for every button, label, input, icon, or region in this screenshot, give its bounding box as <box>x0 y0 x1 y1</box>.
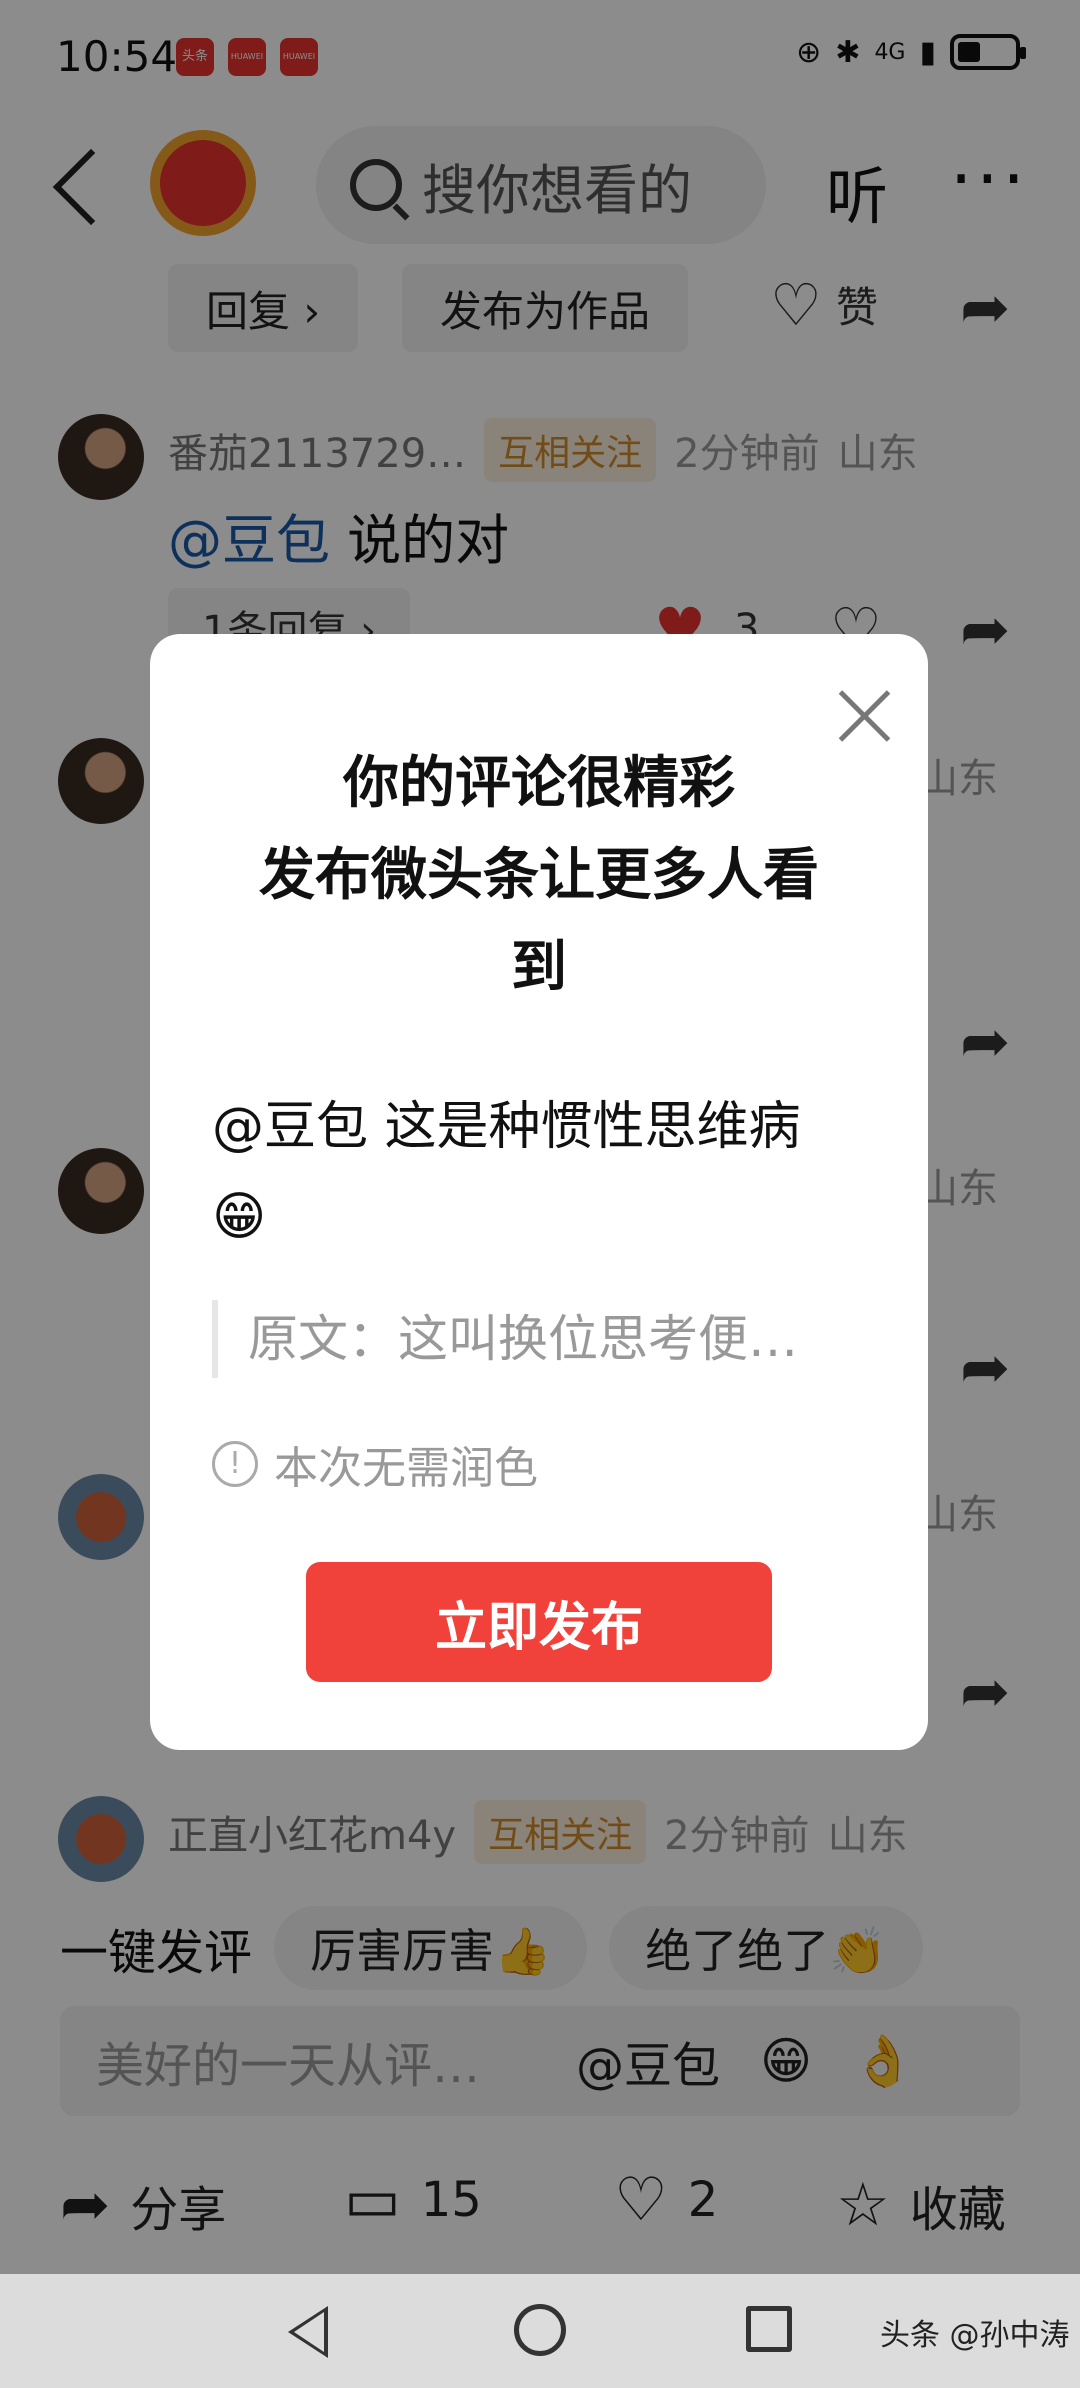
dialog-title-line: 你的评论很精彩 <box>343 751 735 816</box>
dialog-title-line: 发布微头条让更多人看 <box>259 843 819 908</box>
nav-recent-icon[interactable] <box>746 2306 792 2352</box>
close-icon[interactable] <box>836 688 892 744</box>
dialog-comment-text: @豆包 这是种惯性思维病 😁 <box>212 1082 872 1262</box>
watermark: 头条 @孙中涛 <box>880 2318 1070 2353</box>
original-comment-quote: 原文：这叫换位思考便… <box>212 1300 872 1378</box>
publish-dialog: 你的评论很精彩 发布微头条让更多人看 到 @豆包 这是种惯性思维病 😁 原文：这… <box>150 634 928 1750</box>
polish-note: ! 本次无需润色 <box>212 1432 538 1496</box>
nav-home-icon[interactable] <box>514 2304 566 2356</box>
publish-now-button[interactable]: 立即发布 <box>306 1562 772 1682</box>
dialog-title-line: 到 <box>511 935 567 1000</box>
system-nav-bar: 头条 @孙中涛 <box>0 2274 1080 2388</box>
dialog-title: 你的评论很精彩 发布微头条让更多人看 到 <box>190 738 888 1014</box>
info-icon: ! <box>212 1441 258 1487</box>
nav-back-icon[interactable] <box>288 2306 328 2358</box>
polish-note-text: 本次无需润色 <box>274 1443 538 1494</box>
grin-emoji: 😁 <box>212 1187 267 1247</box>
dialog-body-text: @豆包 这是种惯性思维病 <box>212 1097 801 1157</box>
